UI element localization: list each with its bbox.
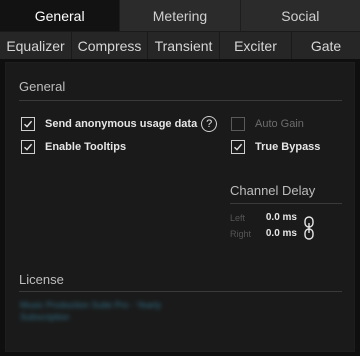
tab-transient[interactable]: Transient bbox=[148, 32, 220, 59]
enable-tooltips-label: Enable Tooltips bbox=[45, 141, 127, 153]
true-bypass-label: True Bypass bbox=[255, 141, 321, 153]
send-usage-checkbox[interactable] bbox=[21, 117, 35, 131]
auto-gain-checkbox[interactable] bbox=[231, 117, 245, 131]
link-icon[interactable] bbox=[303, 215, 315, 241]
tab-metering[interactable]: Metering bbox=[120, 0, 241, 31]
channel-delay-title: Channel Delay bbox=[230, 183, 316, 198]
true-bypass-checkbox[interactable] bbox=[231, 140, 245, 154]
checkmark-icon bbox=[234, 143, 243, 151]
auto-gain-label: Auto Gain bbox=[255, 118, 304, 130]
true-bypass-option[interactable]: True Bypass bbox=[231, 139, 320, 155]
delay-left-label: Left bbox=[230, 213, 246, 223]
module-tab-bar: Equalizer Compress Transient Exciter Gat… bbox=[0, 31, 360, 59]
general-section-title: General bbox=[19, 79, 66, 94]
send-usage-option[interactable]: Send anonymous usage data ? bbox=[21, 116, 218, 132]
delay-right-value[interactable]: 0.0 ms bbox=[257, 228, 297, 239]
enable-tooltips-option[interactable]: Enable Tooltips bbox=[21, 139, 126, 155]
settings-panel: General Send anonymous usage data ? Auto… bbox=[5, 62, 355, 352]
auto-gain-option[interactable]: Auto Gain bbox=[231, 116, 304, 132]
license-section-title: License bbox=[19, 272, 64, 287]
tab-gate[interactable]: Gate bbox=[292, 32, 360, 59]
license-text: Music Production Suite Pro - Yearly Subs… bbox=[20, 300, 162, 322]
enable-tooltips-checkbox[interactable] bbox=[21, 140, 35, 154]
license-divider bbox=[19, 291, 342, 292]
delay-left-value[interactable]: 0.0 ms bbox=[257, 212, 297, 223]
tab-general[interactable]: General bbox=[0, 0, 121, 31]
checkmark-icon bbox=[24, 120, 33, 128]
general-divider bbox=[19, 100, 342, 101]
tab-exciter[interactable]: Exciter bbox=[220, 32, 292, 59]
checkmark-icon bbox=[24, 143, 33, 151]
channel-delay-divider bbox=[230, 203, 342, 204]
send-usage-label: Send anonymous usage data bbox=[45, 118, 198, 130]
delay-right-label: Right bbox=[230, 229, 252, 239]
main-tab-bar: General Metering Social bbox=[0, 0, 360, 31]
help-icon[interactable]: ? bbox=[201, 116, 218, 132]
tab-social[interactable]: Social bbox=[240, 0, 360, 31]
tab-equalizer[interactable]: Equalizer bbox=[0, 32, 72, 59]
tab-compress[interactable]: Compress bbox=[72, 32, 148, 59]
